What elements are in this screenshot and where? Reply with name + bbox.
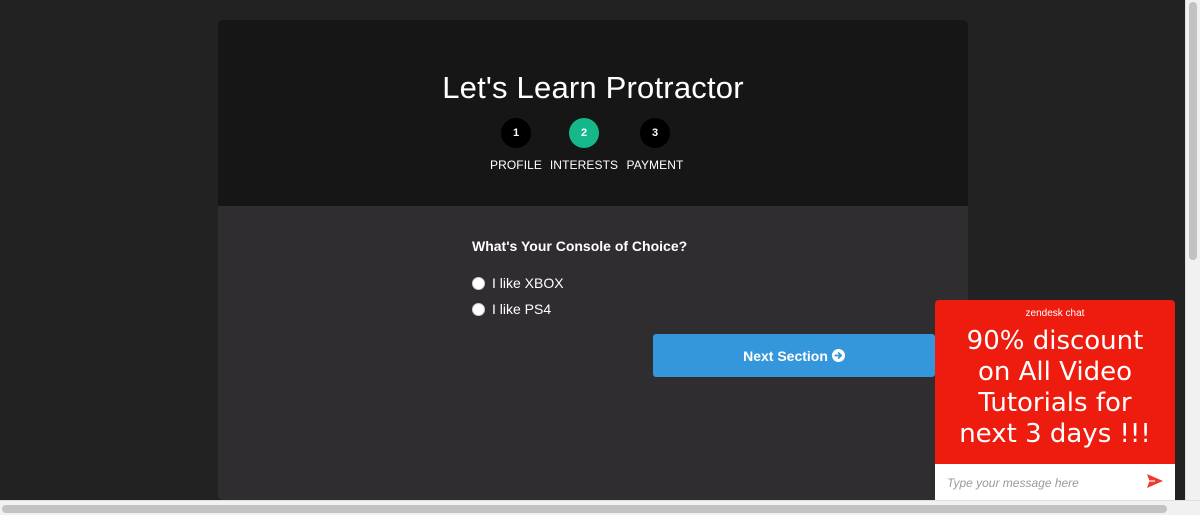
chat-message-line: Tutorials for [978,388,1132,418]
step-label: PAYMENT [626,158,684,172]
chat-message-line: next 3 days !!! [959,419,1151,449]
paper-plane-icon[interactable] [1146,473,1164,494]
radio-ps4[interactable] [472,302,485,316]
step-number: 3 [640,118,670,148]
vertical-scrollbar-thumb[interactable] [1189,2,1197,260]
chat-input-bar [935,464,1175,500]
progress-steps: 1 PROFILE 2 INTERESTS 3 PAYMENT [218,118,968,178]
question-heading: What's Your Console of Choice? [472,238,688,254]
zendesk-chat-widget[interactable]: zendesk chat 90% discount on All Video T… [935,300,1175,500]
horizontal-scrollbar[interactable] [0,500,1200,515]
option-xbox[interactable]: I like XBOX [472,275,564,291]
chat-promo-message: 90% discount on All Video Tutorials for … [935,326,1175,450]
horizontal-scrollbar-thumb[interactable] [2,505,1167,513]
step-number: 2 [569,118,599,148]
chat-brand: zendesk chat [1025,308,1085,319]
next-section-button[interactable]: Next Section [653,334,935,377]
radio-xbox[interactable] [472,276,485,290]
signup-form-card: Let's Learn Protractor 1 PROFILE 2 INTER… [218,20,968,500]
step-number: 1 [501,118,531,148]
form-header: Let's Learn Protractor 1 PROFILE 2 INTER… [218,20,968,206]
chat-message-input[interactable] [945,472,1139,494]
next-section-label: Next Section [743,347,828,364]
option-ps4[interactable]: I like PS4 [472,301,551,317]
arrow-right-circle-icon [831,349,845,362]
option-label: I like PS4 [492,301,552,317]
page-title: Let's Learn Protractor [442,70,744,105]
chat-message-line: on All Video [978,357,1132,387]
vertical-scrollbar[interactable] [1185,0,1200,502]
chat-message-line: 90% discount [966,326,1144,356]
option-label: I like XBOX [492,275,564,291]
step-payment[interactable]: 3 PAYMENT [605,118,705,172]
